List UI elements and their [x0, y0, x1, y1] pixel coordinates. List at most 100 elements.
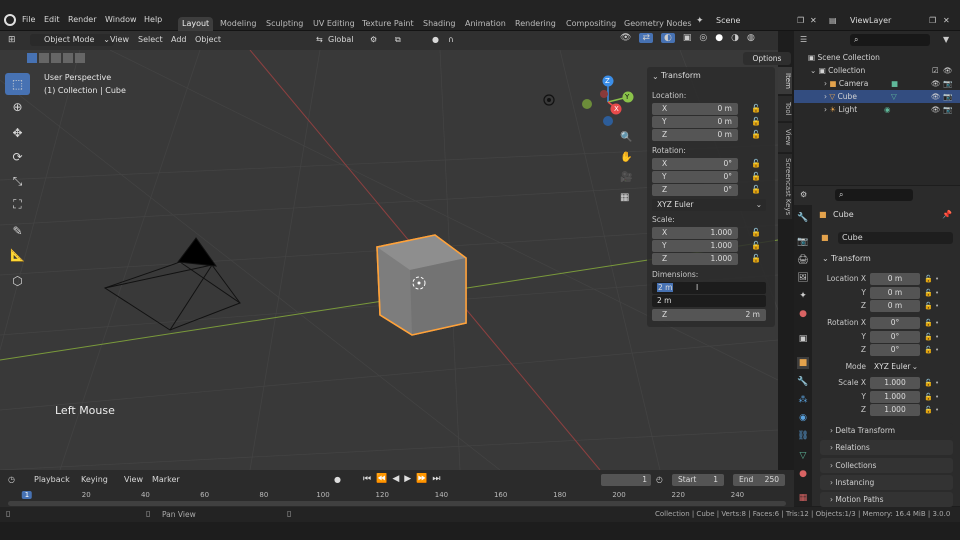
prev-keyframe-icon[interactable]: ⏪ — [376, 474, 387, 484]
wireframe-shading-icon[interactable]: ◎ — [699, 33, 707, 43]
outliner-row-cube[interactable]: › ▽ Cube ▽ 👁 📷 — [794, 90, 960, 103]
scene-icon[interactable]: ✦ — [696, 16, 704, 26]
outliner-row-camera[interactable]: › ■ Camera ■ 👁 📷 — [794, 77, 960, 90]
dimension-x-input[interactable]: 2 m I — [652, 282, 766, 294]
scale-z-field[interactable]: Z 1.000 — [652, 253, 738, 265]
relations-section[interactable]: › Relations — [820, 440, 953, 455]
scene-name[interactable]: Scene — [716, 16, 740, 25]
snap-icon[interactable]: ⧉ — [395, 35, 401, 45]
rotate-tool[interactable]: ⟳ — [5, 146, 30, 168]
lock-icon[interactable]: 🔓 — [751, 159, 761, 168]
cursor-tool[interactable]: ⊕ — [5, 96, 30, 118]
lock-icon[interactable]: 🔓 • — [924, 404, 939, 418]
move-tool[interactable]: ✥ — [5, 122, 30, 144]
lock-icon[interactable]: 🔓 — [751, 185, 761, 194]
properties-search[interactable]: ⌕ — [835, 189, 913, 201]
outliner-row-scene-collection[interactable]: ▣ Scene Collection — [794, 51, 960, 64]
editor-type-icon[interactable]: ⊞ — [8, 35, 16, 45]
hand-pan-icon[interactable]: ✋ — [620, 152, 632, 163]
rotation-x-field[interactable]: X 0° — [652, 158, 738, 170]
view-layer-icon[interactable]: ▤ — [829, 16, 837, 25]
lock-icon[interactable]: 🔓 • — [924, 377, 939, 391]
dimension-z-field[interactable]: Z 2 m — [652, 309, 766, 321]
prop-rotation-y[interactable]: 0° — [870, 331, 920, 343]
gizmo-toggle-icon[interactable]: ⇄ — [639, 33, 653, 43]
pin-icon[interactable]: 📌 — [942, 210, 952, 219]
dimension-y-field[interactable]: 2 m — [652, 295, 766, 307]
clock-icon[interactable]: ◴ — [656, 475, 663, 484]
grid-ortho-icon[interactable]: ▦ — [620, 192, 629, 203]
menu-select[interactable]: Select — [138, 35, 163, 44]
menu-keying[interactable]: Keying — [81, 475, 108, 484]
select-subtract-icon[interactable] — [51, 53, 61, 63]
timeline-scrollbar[interactable] — [8, 501, 786, 506]
lock-icon[interactable]: 🔓 — [751, 117, 761, 126]
lock-icon[interactable]: 🔓 • — [924, 300, 939, 314]
physics-props-icon[interactable]: ◉ — [797, 412, 809, 424]
prop-location-x[interactable]: 0 m — [870, 273, 920, 285]
menu-window[interactable]: Window — [105, 15, 137, 24]
menu-marker[interactable]: Marker — [152, 475, 180, 484]
lock-icon[interactable]: 🔓 — [751, 172, 761, 181]
tab-view[interactable]: View — [778, 123, 792, 153]
tab-sculpting[interactable]: Sculpting — [262, 17, 307, 31]
select-extend-icon[interactable] — [39, 53, 49, 63]
play-icon[interactable]: ▶ — [404, 474, 411, 484]
tab-texture-paint[interactable]: Texture Paint — [358, 17, 418, 31]
lock-icon[interactable]: 🔓 — [751, 130, 761, 139]
lock-icon[interactable]: 🔓 — [751, 104, 761, 113]
texture-props-icon[interactable]: ▦ — [797, 492, 809, 504]
modifier-props-icon[interactable]: 🔧 — [797, 376, 809, 388]
material-props-icon[interactable]: ● — [797, 468, 809, 480]
orientation-select[interactable]: Global — [328, 35, 354, 44]
tab-uv-editing[interactable]: UV Editing — [309, 17, 359, 31]
chevron-down-icon[interactable]: ⌄ — [652, 72, 659, 81]
outliner-row-collection[interactable]: ⌄ ▣ Collection ☑ 👁 — [794, 64, 960, 77]
location-z-field[interactable]: Z 0 m — [652, 129, 738, 141]
new-view-layer-icon[interactable]: ❐ — [929, 16, 936, 25]
properties-editor-icon[interactable]: ⚙ — [800, 190, 807, 199]
new-scene-icon[interactable]: ❐ — [797, 16, 804, 25]
lock-icon[interactable]: 🔓 — [751, 254, 761, 263]
tab-screencast-keys[interactable]: Screencast Keys — [778, 154, 792, 220]
delete-scene-icon[interactable]: ✕ — [810, 16, 817, 25]
particles-props-icon[interactable]: ⁂ — [797, 394, 809, 406]
object-props-icon[interactable]: ■ — [797, 357, 809, 369]
motion-paths-section[interactable]: › Motion Paths — [820, 492, 953, 507]
lock-icon[interactable]: 🔓 • — [924, 317, 939, 331]
lock-icon[interactable]: 🔓 — [751, 241, 761, 250]
select-new-icon[interactable] — [27, 53, 37, 63]
filter-icon[interactable]: ▼ — [943, 35, 949, 44]
lock-icon[interactable]: 🔓 — [751, 228, 761, 237]
outliner-row-light[interactable]: › ☀ Light ◉ 👁 📷 — [794, 103, 960, 116]
menu-help[interactable]: Help — [144, 15, 162, 24]
menu-edit[interactable]: Edit — [44, 15, 60, 24]
rotation-z-field[interactable]: Z 0° — [652, 184, 738, 196]
select-intersect-icon[interactable] — [75, 53, 85, 63]
current-frame-marker[interactable]: 1 — [21, 491, 33, 499]
transform-tool[interactable]: ⛶ — [5, 193, 30, 215]
world-props-icon[interactable]: ● — [797, 308, 809, 320]
scale-tool[interactable]: ⤡ — [5, 170, 30, 192]
prop-location-z[interactable]: 0 m — [870, 300, 920, 312]
end-frame-field[interactable]: End 250 — [733, 474, 785, 486]
scene-props-icon[interactable]: ✦ — [797, 290, 809, 302]
timeline-editor-icon[interactable]: ◷ — [8, 475, 15, 484]
location-x-field[interactable]: X 0 m — [652, 103, 738, 115]
lock-icon[interactable]: 🔓 • — [924, 344, 939, 358]
xray-icon[interactable]: ▣ — [683, 33, 692, 43]
chevron-down-icon[interactable]: ⌄ — [822, 254, 829, 263]
overlay-toggle-icon[interactable]: ◐ — [660, 33, 675, 43]
scale-x-field[interactable]: X 1.000 — [652, 227, 738, 239]
output-props-icon[interactable]: 🖨 — [797, 254, 809, 266]
menu-render[interactable]: Render — [68, 15, 96, 24]
scale-y-field[interactable]: Y 1.000 — [652, 240, 738, 252]
tab-rendering[interactable]: Rendering — [511, 17, 560, 31]
location-y-field[interactable]: Y 0 m — [652, 116, 738, 128]
solid-shading-icon[interactable]: ● — [715, 33, 723, 43]
play-reverse-icon[interactable]: ◀ — [392, 474, 399, 484]
orientation-icon[interactable]: ⇆ — [316, 35, 323, 44]
mode-select[interactable]: Object Mode ⌄ — [30, 34, 114, 46]
data-props-icon[interactable]: ▽ — [797, 450, 809, 462]
prop-scale-x[interactable]: 1.000 — [870, 377, 920, 389]
